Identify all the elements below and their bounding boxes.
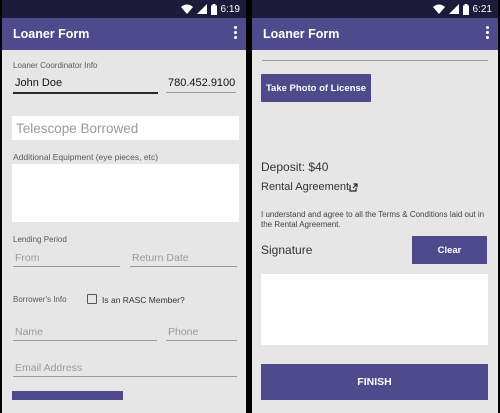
app-title: Loaner Form	[13, 27, 90, 41]
signature-label: Signature	[261, 243, 313, 257]
coordinator-name-underline	[13, 92, 158, 94]
loaner-form-screen-left: 6:19 Loaner Form Loaner Coordinator Info…	[2, 0, 246, 413]
app-title: Loaner Form	[263, 27, 340, 41]
borrower-phone-underline	[166, 340, 237, 341]
loaner-form-screen-right: 6:21 Loaner Form Take Photo of License D…	[252, 0, 498, 413]
additional-equipment-label: Additional Equipment (eye pieces, etc)	[13, 152, 159, 162]
deposit-text: Deposit: $40	[261, 160, 329, 174]
status-time: 6:21	[472, 3, 492, 15]
rental-agreement-link[interactable]: Rental Agreement	[261, 181, 349, 193]
telescope-borrowed-placeholder: Telescope Borrowed	[16, 121, 139, 136]
battery-icon	[462, 3, 469, 15]
return-date-underline	[130, 266, 237, 267]
cellular-signal-icon	[448, 4, 459, 14]
finish-button[interactable]: FINISH	[261, 364, 488, 400]
telescope-borrowed-field[interactable]: Telescope Borrowed	[12, 116, 239, 140]
email-address-underline	[13, 376, 237, 377]
status-bar: 6:21	[252, 0, 498, 18]
wifi-icon	[432, 4, 445, 14]
cellular-signal-icon	[196, 4, 207, 14]
partially-visible-button[interactable]	[12, 391, 123, 400]
borrower-name-field[interactable]: Name	[15, 326, 43, 338]
previous-field-underline	[262, 60, 488, 61]
return-date-field[interactable]: Return Date	[132, 252, 189, 264]
overflow-menu-icon[interactable]	[230, 26, 240, 42]
rasc-member-checkbox[interactable]	[87, 294, 97, 304]
from-date-underline	[13, 266, 120, 267]
take-photo-of-license-button[interactable]: Take Photo of License	[261, 74, 371, 102]
app-bar: Loaner Form	[2, 18, 246, 50]
app-bar: Loaner Form	[252, 18, 498, 50]
email-address-field[interactable]: Email Address	[15, 362, 82, 374]
additional-equipment-textarea[interactable]	[12, 164, 239, 222]
coordinator-phone-underline	[166, 92, 236, 93]
external-link-icon[interactable]	[349, 179, 358, 197]
status-icons: 6:19	[180, 2, 240, 16]
rasc-member-label: Is an RASC Member?	[102, 295, 185, 305]
overflow-menu-icon[interactable]	[482, 26, 492, 42]
coordinator-label: Loaner Coordinator Info	[13, 61, 98, 70]
lending-period-label: Lending Period	[13, 235, 67, 244]
status-time: 6:19	[220, 3, 240, 15]
terms-agreement-text: I understand and agree to all the Terms …	[261, 210, 485, 229]
battery-icon	[210, 3, 217, 15]
borrower-info-label: Borrower's Info	[13, 295, 67, 304]
borrower-name-underline	[13, 340, 157, 341]
from-date-field[interactable]: From	[15, 252, 40, 264]
signature-pad[interactable]	[261, 274, 488, 345]
coordinator-name-field[interactable]: John Doe	[15, 77, 62, 89]
coordinator-phone-field[interactable]: 780.452.9100	[168, 77, 235, 89]
status-bar: 6:19	[2, 0, 246, 18]
borrower-phone-field[interactable]: Phone	[168, 326, 198, 338]
wifi-icon	[180, 4, 193, 14]
status-icons: 6:21	[432, 2, 492, 16]
clear-signature-button[interactable]: Clear	[412, 236, 487, 264]
